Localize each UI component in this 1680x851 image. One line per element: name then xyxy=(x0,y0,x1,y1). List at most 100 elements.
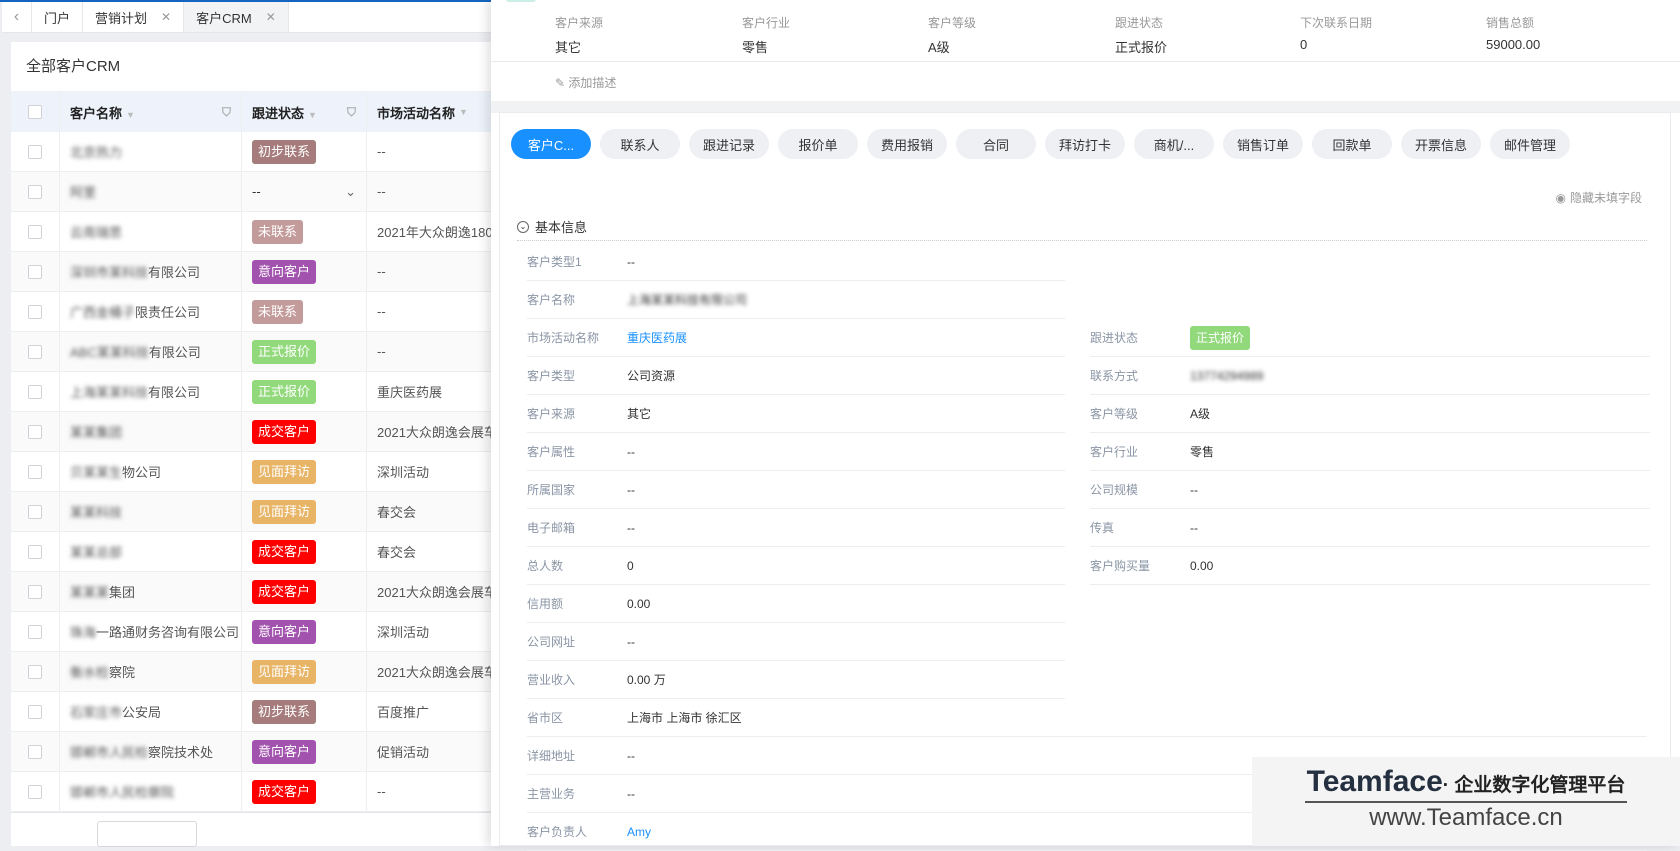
status-cell[interactable]: 意向客户 xyxy=(242,732,367,771)
page-size-select[interactable] xyxy=(97,821,197,847)
tab-portal[interactable]: 门户 xyxy=(32,2,84,32)
customer-name-cell[interactable]: 衡水检察院 xyxy=(60,652,242,691)
row-checkbox[interactable] xyxy=(28,424,42,439)
customer-name[interactable]: 石家庄市公安局 xyxy=(70,702,161,721)
status-cell[interactable]: 初步联系 xyxy=(242,692,367,731)
status-cell[interactable]: 成交客户 xyxy=(242,772,367,811)
status-badge[interactable]: 正式报价 xyxy=(1190,325,1251,350)
customer-name-cell[interactable]: 上海某某科技有限公司 xyxy=(60,372,242,411)
detail-tab[interactable]: 销售订单 xyxy=(1223,129,1303,159)
tab-customer-crm[interactable]: 客户CRM ✕ xyxy=(184,2,289,32)
row-checkbox[interactable] xyxy=(28,184,42,199)
customer-name-cell[interactable]: 邯郸市人民检察院技术处 xyxy=(60,732,242,771)
filter-icon[interactable]: ⛉ xyxy=(347,105,356,120)
status-cell[interactable]: 未联系 xyxy=(242,292,367,331)
detail-tab[interactable]: 跟进记录 xyxy=(689,129,769,159)
detail-tab[interactable]: 费用报销 xyxy=(867,129,947,159)
table-row[interactable]: 邯郸市人民检察院 成交客户 -- xyxy=(11,772,496,812)
customer-name-cell[interactable]: 邯郸市人民检察院 xyxy=(60,772,242,811)
sort-down-icon[interactable]: ▼ xyxy=(459,107,468,117)
row-checkbox[interactable] xyxy=(28,584,42,599)
table-row[interactable]: 某某总部 成交客户 春交会 xyxy=(11,532,496,572)
row-checkbox[interactable] xyxy=(28,344,42,359)
table-row[interactable]: 广西金桶子限责任公司 未联系 -- xyxy=(11,292,496,332)
status-cell[interactable]: -- ⌄ xyxy=(242,172,367,211)
detail-tab[interactable]: 拜访打卡 xyxy=(1045,129,1125,159)
status-cell[interactable]: 见面拜访 xyxy=(242,652,367,691)
column-header-name[interactable]: 客户名称 xyxy=(70,106,122,121)
detail-tab[interactable]: 邮件管理 xyxy=(1490,129,1570,159)
customer-name-cell[interactable]: 某某集团 xyxy=(60,412,242,451)
row-checkbox[interactable] xyxy=(28,304,42,319)
field-value[interactable]: Amy xyxy=(627,825,651,839)
table-row[interactable]: 石家庄市公安局 初步联系 百度推广 xyxy=(11,692,496,732)
sort-down-icon[interactable]: ▼ xyxy=(308,110,317,120)
customer-name-cell[interactable]: 云南瑞思 xyxy=(60,212,242,251)
row-checkbox[interactable] xyxy=(28,384,42,399)
row-checkbox[interactable] xyxy=(28,224,42,239)
row-checkbox[interactable] xyxy=(28,664,42,679)
status-cell[interactable]: 正式报价 xyxy=(242,332,367,371)
customer-name-cell[interactable]: 贝某某生物公司 xyxy=(60,452,242,491)
customer-name-cell[interactable]: 某某科技 xyxy=(60,492,242,531)
customer-name[interactable]: 广西金桶子限责任公司 xyxy=(70,302,200,321)
detail-tab[interactable]: 客户C... xyxy=(511,129,591,159)
customer-name[interactable]: 上海某某科技有限公司 xyxy=(70,382,200,401)
status-cell[interactable]: 见面拜访 xyxy=(242,452,367,491)
row-checkbox[interactable] xyxy=(28,624,42,639)
tab-marketing-plan[interactable]: 营销计划 ✕ xyxy=(83,2,185,32)
add-description-button[interactable]: ✎ 添加描述 xyxy=(555,74,616,91)
customer-name[interactable]: 某某科技 xyxy=(70,502,122,521)
customer-name[interactable]: 某某集团 xyxy=(70,422,122,441)
status-cell[interactable]: 初步联系 xyxy=(242,132,367,171)
customer-name[interactable]: 邯郸市人民检察院技术处 xyxy=(70,742,213,761)
detail-tab[interactable]: 回款单 xyxy=(1312,129,1392,159)
customer-name-cell[interactable]: 石家庄市公安局 xyxy=(60,692,242,731)
customer-name[interactable]: 贝某某生物公司 xyxy=(70,462,161,481)
close-icon[interactable]: ✕ xyxy=(161,10,171,24)
hide-empty-fields-toggle[interactable]: ◉ 隐藏未填字段 xyxy=(1556,189,1643,206)
section-basic-info[interactable]: ⌄ 基本信息 xyxy=(517,217,587,236)
customer-name-cell[interactable]: 深圳市某科技有限公司 xyxy=(60,252,242,291)
customer-name[interactable]: 北京热力 xyxy=(70,142,122,161)
customer-name-cell[interactable]: 某某总部 xyxy=(60,532,242,571)
customer-name-cell[interactable]: 广西金桶子限责任公司 xyxy=(60,292,242,331)
customer-name[interactable]: 云南瑞思 xyxy=(70,222,122,241)
customer-name-cell[interactable]: ABC某某科技有限公司 xyxy=(60,332,242,371)
status-cell[interactable]: 正式报价 xyxy=(242,372,367,411)
row-checkbox[interactable] xyxy=(28,464,42,479)
status-cell[interactable]: 成交客户 xyxy=(242,572,367,611)
detail-tab[interactable]: 联系人 xyxy=(600,129,680,159)
table-row[interactable]: 珠海一路通财务咨询有限公司 意向客户 深圳活动 xyxy=(11,612,496,652)
row-checkbox[interactable] xyxy=(28,704,42,719)
detail-tab[interactable]: 开票信息 xyxy=(1401,129,1481,159)
table-row[interactable]: 阿里 -- ⌄ -- xyxy=(11,172,496,212)
customer-name[interactable]: 深圳市某科技有限公司 xyxy=(70,262,200,281)
chevron-down-icon[interactable]: ⌄ xyxy=(345,184,356,200)
customer-name[interactable]: 某某总部 xyxy=(70,542,122,561)
detail-tab[interactable]: 报价单 xyxy=(778,129,858,159)
row-checkbox[interactable] xyxy=(28,544,42,559)
table-row[interactable]: 贝某某生物公司 见面拜访 深圳活动 xyxy=(11,452,496,492)
column-header-activity[interactable]: 市场活动名称 xyxy=(377,103,455,122)
column-header-status[interactable]: 跟进状态 xyxy=(252,106,304,121)
row-checkbox[interactable] xyxy=(28,504,42,519)
customer-name[interactable]: ABC某某科技有限公司 xyxy=(70,342,201,361)
row-checkbox[interactable] xyxy=(28,264,42,279)
detail-tab[interactable]: 商机/... xyxy=(1134,129,1214,159)
select-all-checkbox[interactable] xyxy=(28,105,42,119)
table-row[interactable]: 云南瑞思 未联系 2021年大众朗逸180省 xyxy=(11,212,496,252)
table-row[interactable]: 衡水检察院 见面拜访 2021大众朗逸会展车展 xyxy=(11,652,496,692)
customer-name-cell[interactable]: 阿里 xyxy=(60,172,242,211)
customer-name-cell[interactable]: 北京热力 xyxy=(60,132,242,171)
filter-icon[interactable]: ⛉ xyxy=(222,105,231,120)
table-row[interactable]: ABC某某科技有限公司 正式报价 -- xyxy=(11,332,496,372)
customer-name[interactable]: 邯郸市人民检察院 xyxy=(70,782,174,801)
customer-name[interactable]: 阿里 xyxy=(70,182,96,201)
table-row[interactable]: 上海某某科技有限公司 正式报价 重庆医药展 xyxy=(11,372,496,412)
status-cell[interactable]: 未联系 xyxy=(242,212,367,251)
customer-name-cell[interactable]: 珠海一路通财务咨询有限公司 xyxy=(60,612,242,651)
row-checkbox[interactable] xyxy=(28,144,42,159)
close-icon[interactable]: ✕ xyxy=(266,10,276,24)
detail-tab[interactable]: 合同 xyxy=(956,129,1036,159)
